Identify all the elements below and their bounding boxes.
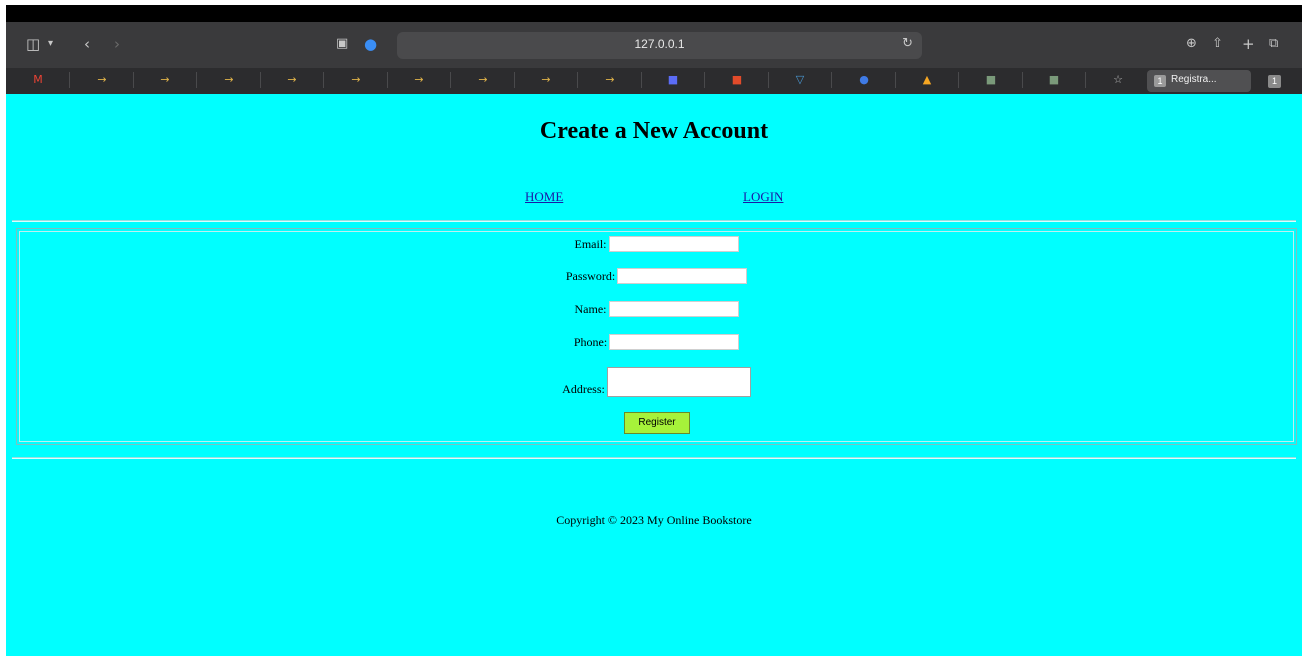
tab-badge: 1 [1154,75,1166,87]
new-tab-icon[interactable]: + [1242,34,1255,54]
name-label: Name: [574,301,607,316]
bookmark-separator [704,72,705,88]
chevron-down-icon[interactable]: ▾ [48,34,53,54]
bookmark-separator [768,72,769,88]
arrow-icon[interactable]: → [222,73,236,87]
nav-home-link[interactable]: HOME [525,189,563,205]
phone-row: Phone: [17,334,1296,351]
arrow-icon[interactable]: → [349,73,363,87]
gmail-icon[interactable]: M [31,73,45,87]
bookmark-separator [1085,72,1086,88]
app-icon[interactable]: ■ [666,73,680,87]
firebase-icon[interactable]: ▲ [920,73,934,87]
page-content: Create a New Account HOME LOGIN Email: P… [6,94,1302,656]
bookmark-separator [577,72,578,88]
bookmark-separator [831,72,832,88]
bookmark-separator [323,72,324,88]
star-icon[interactable]: ☆ [1111,73,1125,87]
url-text: 127.0.0.1 [634,37,685,51]
email-row: Email: [17,236,1296,253]
top-bar [6,5,1302,22]
page-title: Create a New Account [539,118,769,144]
phone-label: Phone: [573,334,608,349]
notion-icon[interactable]: ▣ [336,34,348,54]
bookmark-separator [196,72,197,88]
bookmark-separator [260,72,261,88]
name-field[interactable] [608,301,739,318]
name-row: Name: [17,301,1296,318]
share-icon[interactable]: ⇧ [1212,34,1223,54]
password-row: Password: [17,268,1296,285]
app-icon[interactable]: ■ [730,73,744,87]
arrow-icon[interactable]: → [412,73,426,87]
download-icon[interactable]: ⊕ [1186,34,1197,54]
arrow-icon[interactable]: → [95,73,109,87]
bookmark-separator [641,72,642,88]
arrow-icon[interactable]: → [285,73,299,87]
back-icon[interactable]: ‹ [84,34,90,54]
extension-icon[interactable]: ● [364,34,377,54]
arrow-icon[interactable]: → [603,73,617,87]
tab-title: Registra... [1171,74,1217,85]
bookmark-separator [450,72,451,88]
address-bar[interactable]: 127.0.0.1 ↻ [397,32,922,59]
bookmark-separator [895,72,896,88]
divider [12,457,1296,459]
bookmark-separator [1022,72,1023,88]
registration-form: Email: Password: Name: Phone: Address: R… [16,228,1297,445]
email-label: Email: [574,236,607,251]
address-label: Address: [562,382,605,396]
bookmarks-bar: 1 Registra... 1 M → → → → → → → → → ■ ■ ▽ ● ▲ ■ ■ ☆ [6,68,1302,94]
register-button[interactable]: Register [624,412,690,434]
divider [12,220,1296,222]
browser-toolbar: ◫ ▾ ‹ › ▣ ● 127.0.0.1 ↻ ⊕ ⇧ + ⧉ [6,22,1302,68]
app-icon[interactable]: ● [857,73,871,87]
gfg-icon[interactable]: ■ [984,73,998,87]
browser-window: ◫ ▾ ‹ › ▣ ● 127.0.0.1 ↻ ⊕ ⇧ + ⧉ 1 Regist… [6,5,1302,656]
address-row: Address: [17,367,1296,397]
vue-icon[interactable]: ▽ [793,73,807,87]
gfg-icon[interactable]: ■ [1047,73,1061,87]
bookmark-separator [514,72,515,88]
phone-field[interactable] [609,334,740,351]
bookmark-separator [958,72,959,88]
password-label: Password: [565,268,616,283]
arrow-icon[interactable]: → [158,73,172,87]
arrow-icon[interactable]: → [539,73,553,87]
bookmark-separator [387,72,388,88]
bookmark-separator [133,72,134,88]
forward-icon[interactable]: › [114,34,120,54]
active-tab[interactable]: 1 Registra... [1147,70,1251,92]
arrow-icon[interactable]: → [476,73,490,87]
email-field[interactable] [608,236,739,253]
reload-icon[interactable]: ↻ [902,36,913,51]
bookmark-separator [69,72,70,88]
sidebar-toggle-icon[interactable]: ◫ [26,34,40,54]
footer-copyright: Copyright © 2023 My Online Bookstore [556,513,752,527]
tab-count-badge[interactable]: 1 [1268,75,1281,88]
tab-overview-icon[interactable]: ⧉ [1269,34,1278,54]
password-field[interactable] [617,268,748,285]
address-textarea[interactable] [606,367,751,397]
nav-login-link[interactable]: LOGIN [743,189,783,205]
